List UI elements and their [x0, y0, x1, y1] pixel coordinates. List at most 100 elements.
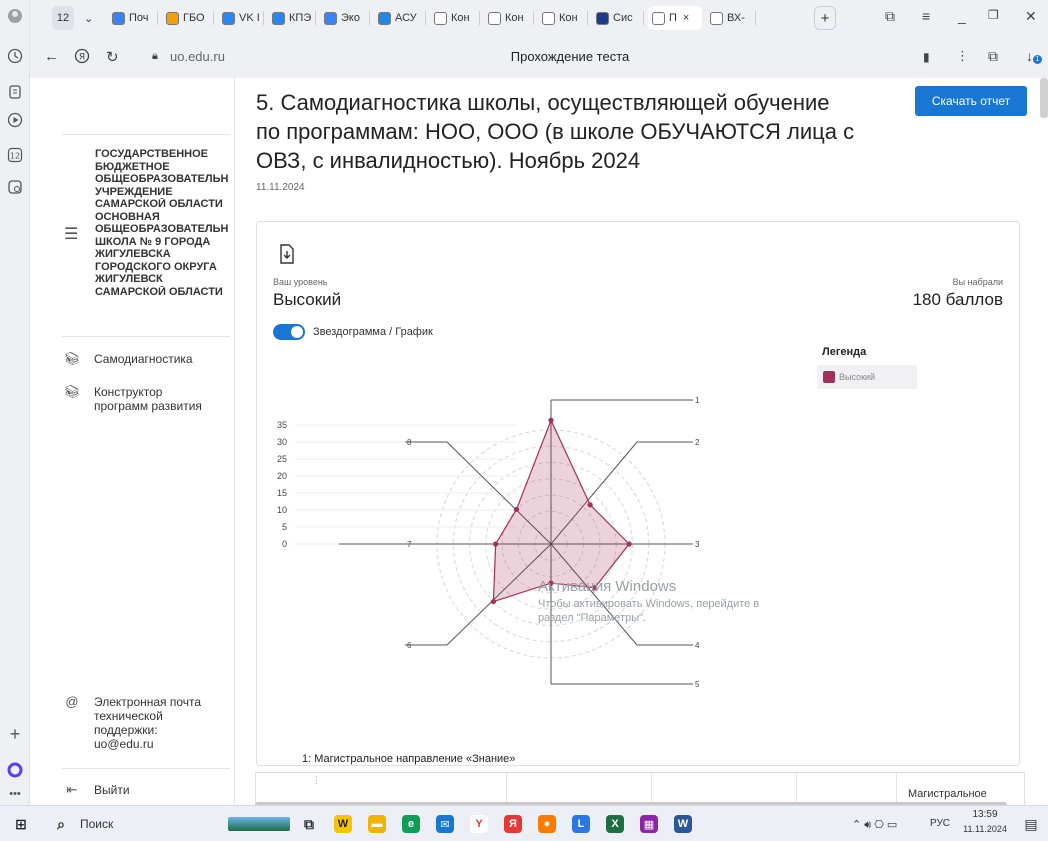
radar-tick-label: 35	[277, 420, 287, 430]
taskbar-search[interactable]: Поиск	[80, 817, 113, 831]
search-icon[interactable]: ⌕	[52, 815, 70, 833]
activation-title: Активация Windows	[538, 578, 677, 595]
close-tab-icon[interactable]: ×	[683, 12, 689, 24]
sidebar-item-self-diagnostics[interactable]: 📚︎ Самодиагностика	[64, 351, 193, 367]
download-report-button[interactable]: Скачать отчет	[915, 86, 1027, 116]
profile-icon[interactable]	[5, 6, 25, 26]
notifications-icon[interactable]: ▤	[1022, 815, 1040, 833]
browser-tab[interactable]: VK I	[218, 6, 264, 30]
archiver-icon[interactable]: ▦	[640, 815, 658, 833]
books-icon: 📚︎	[64, 384, 81, 399]
url-field[interactable]: uo.edu.ru	[170, 49, 225, 64]
browser-tab[interactable]: П ×	[648, 6, 702, 30]
hamburger-menu-icon[interactable]: ☰	[64, 224, 78, 244]
start-icon[interactable]: ⊞	[12, 815, 30, 833]
tab-label: Поч	[129, 12, 149, 24]
browser-tab[interactable]: Сис	[592, 6, 644, 30]
tab-separator	[533, 11, 534, 25]
clock-date[interactable]: 11.11.2024	[961, 824, 1009, 834]
org-name-line: ОБЩЕОБРАЗОВАТЕЛЬН	[95, 173, 229, 185]
excel-icon[interactable]: X	[606, 815, 624, 833]
sidebar: ☰ ГОСУДАРСТВЕННОЕ БЮДЖЕТНОЕ ОБЩЕОБРАЗОВАТЕ…	[30, 78, 235, 805]
firefox-icon[interactable]: ●	[538, 815, 556, 833]
radar-chart: 0 5 10 15 20 25 30 35 1 2 3 4 5 6 7 8	[277, 396, 700, 689]
close-window-icon[interactable]: ✕	[1025, 8, 1037, 25]
play-icon[interactable]	[5, 110, 25, 130]
radar-axis-label: 4	[695, 641, 700, 650]
browser-tab[interactable]: ВХ-	[706, 6, 756, 30]
minimize-icon[interactable]: _	[958, 8, 966, 24]
support-line: поддержки:	[94, 723, 158, 737]
radar-axis-label: 3	[695, 540, 700, 549]
word-icon[interactable]: W	[674, 815, 692, 833]
tab-favicon-icon	[596, 11, 609, 25]
file-explorer-icon[interactable]: ▬	[368, 815, 386, 833]
tab-list-chevron-icon[interactable]: ⌄	[80, 6, 100, 30]
bookmark-icon[interactable]: ▮	[923, 50, 930, 64]
tab-search-icon[interactable]: ⧉	[885, 8, 895, 25]
table-dots: ⋮	[312, 775, 321, 785]
collections-icon[interactable]	[5, 82, 25, 102]
sidebar-item-label: Конструктор программ развития	[94, 385, 202, 413]
org-name-line: УЧРЕЖДЕНИЕ	[95, 185, 173, 198]
radar-axis-label: 7	[407, 540, 412, 549]
yandex-icon[interactable]: Я	[74, 48, 90, 68]
edge-icon[interactable]: e	[402, 815, 420, 833]
tab-separator	[315, 11, 316, 25]
reload-icon[interactable]: ↻	[106, 48, 119, 66]
title-line: 5. Самодиагностика школы, осуществляющей…	[256, 90, 830, 115]
tab-label: VK I	[239, 12, 260, 24]
sidebar-support-email[interactable]: @ Электронная почта технической поддержки:…	[64, 695, 202, 752]
org-name-line: ГОРОДСКОГО ОКРУГА	[95, 260, 217, 273]
tab-label: Сис	[613, 12, 633, 24]
browser-tab[interactable]: АСУ	[374, 6, 426, 30]
browser-tab[interactable]: ГБО	[162, 6, 214, 30]
more-vert-icon[interactable]: ⋮	[956, 48, 969, 64]
table-divider	[651, 773, 652, 805]
tab-favicon-icon	[542, 11, 555, 25]
browser-tab[interactable]: КПЭ	[268, 6, 316, 30]
alice-icon[interactable]	[5, 760, 25, 780]
browser-tab[interactable]: Эко	[320, 6, 370, 30]
tabs-count-icon[interactable]: 12	[5, 145, 25, 165]
nav-label-line: Самодиагностика	[94, 352, 193, 366]
add-panel-icon[interactable]: +	[5, 724, 25, 744]
radar-data-point	[493, 541, 499, 547]
books-icon: 📚︎	[64, 351, 81, 366]
extensions-icon[interactable]: ⧉	[988, 48, 998, 65]
support-line: Электронная почта	[94, 695, 202, 709]
browser-tab[interactable]: Кон	[538, 6, 588, 30]
app-icon-1[interactable]: W	[334, 815, 352, 833]
menu-icon[interactable]: ≡	[922, 8, 930, 24]
sidebar-item-program-builder[interactable]: 📚︎ Конструктор программ развития	[64, 384, 202, 414]
downloads-icon[interactable]: ↓ 1	[1026, 48, 1042, 64]
tab-favicon-icon	[112, 11, 125, 25]
tab-favicon-icon	[272, 11, 285, 25]
browser-tab[interactable]: Кон	[430, 6, 480, 30]
mail-icon[interactable]: ✉	[436, 815, 454, 833]
task-view-icon[interactable]: ⧉	[300, 815, 318, 833]
restore-icon[interactable]: ❐	[988, 8, 999, 22]
yandex-browser-icon[interactable]: Я	[504, 815, 522, 833]
radar-data-point	[626, 541, 632, 547]
app-icon-2[interactable]: L	[572, 815, 590, 833]
weather-widget-icon[interactable]	[228, 817, 290, 831]
logout-button[interactable]: ⇤ Выйти	[64, 783, 130, 798]
clock-time[interactable]: 13:59	[963, 809, 1007, 820]
back-icon[interactable]: ←	[44, 48, 59, 65]
history-icon[interactable]	[5, 46, 25, 66]
tab-favicon-icon	[324, 11, 337, 25]
browser-tab[interactable]: Поч	[108, 6, 158, 30]
screenshot-icon[interactable]	[5, 177, 25, 197]
vertical-scrollbar[interactable]	[1040, 78, 1048, 118]
new-tab-button[interactable]: +	[814, 6, 836, 30]
browser-tab[interactable]: Кон	[484, 6, 534, 30]
more-icon[interactable]: •••	[5, 784, 25, 804]
organization-name: ГОСУДАРСТВЕННОЕ БЮДЖЕТНОЕ ОБЩЕОБРАЗОВАТЕЛЬ…	[95, 148, 233, 298]
yandex-browser-y-icon[interactable]: Y	[470, 815, 488, 833]
tab-count-badge[interactable]: 12	[52, 6, 74, 30]
org-name-line: ШКОЛА № 9 ГОРОДА	[95, 235, 211, 248]
language-indicator[interactable]: РУС	[930, 818, 950, 829]
org-name-line: ЖИГУЛЕВСКА	[95, 248, 171, 260]
tray-icons[interactable]: ⌃ 🔊︎ ⎔ ▭	[852, 818, 897, 832]
